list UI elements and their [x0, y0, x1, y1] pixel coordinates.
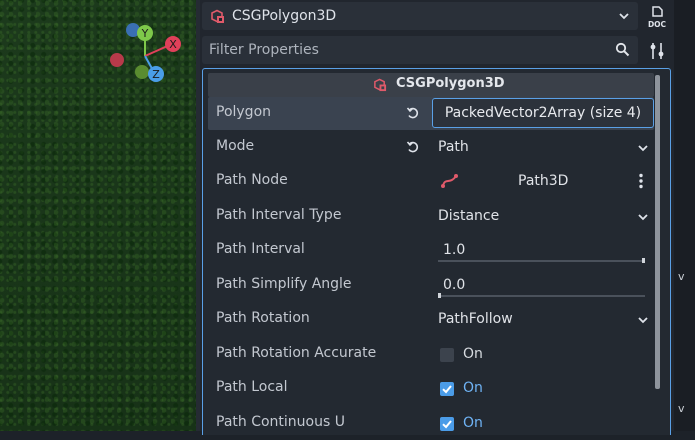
gizmo-z-label: Z	[152, 68, 160, 81]
doc-label: DOC	[648, 20, 667, 29]
slider-track	[438, 295, 645, 297]
chevron-down-icon	[619, 13, 629, 20]
property-label: Path Interval	[216, 241, 305, 257]
clipped-text: v	[678, 270, 685, 283]
chevron-down-icon	[638, 317, 648, 324]
revert-icon[interactable]	[406, 140, 420, 154]
slider-grabber[interactable]	[642, 258, 645, 263]
search-icon	[615, 42, 630, 57]
property-value: Path	[438, 139, 469, 155]
inspector-panel: CSGPolygon3D DOC Filter Properties CSGPo…	[200, 0, 674, 435]
kebab-menu-icon[interactable]	[639, 173, 643, 189]
property-value: On	[463, 346, 483, 362]
property-value: On	[463, 380, 483, 396]
property-row-mode: Mode Path	[208, 131, 654, 164]
property-row-path-local: Path Local On	[208, 372, 654, 405]
chevron-down-icon	[638, 145, 648, 152]
property-row-path-interval: Path Interval 1.0	[208, 234, 654, 267]
path-interval-slider[interactable]: 1.0	[433, 234, 655, 267]
gizmo-y-label: Y	[141, 27, 149, 40]
property-value: Distance	[438, 208, 500, 224]
property-row-path-interval-type: Path Interval Type Distance	[208, 200, 654, 233]
path3d-icon	[441, 174, 458, 188]
property-row-path-rotation: Path Rotation PathFollow	[208, 303, 654, 336]
section-title: CSGPolygon3D	[396, 76, 505, 91]
filter-placeholder: Filter Properties	[209, 42, 319, 58]
csg-polygon-icon	[374, 78, 387, 92]
adjacent-dock-edge	[674, 0, 695, 431]
property-value: On	[463, 415, 483, 431]
polygon-array-button[interactable]: PackedVector2Array (size 4)	[432, 98, 654, 128]
property-value: 0.0	[443, 277, 466, 293]
tools-icon[interactable]	[644, 38, 670, 64]
path-interval-type-dropdown[interactable]: Distance	[433, 200, 655, 233]
mode-dropdown[interactable]: Path	[433, 131, 655, 164]
path-local-checkbox[interactable]: On	[433, 372, 655, 405]
property-row-path-node: Path Node Path3D	[208, 165, 654, 198]
properties-panel: CSGPolygon3D Polygon PackedVector2Array …	[202, 68, 671, 435]
property-row-path-continuous-u: Path Continuous U On	[208, 407, 654, 440]
slider-track	[438, 260, 645, 262]
checkmark-icon	[442, 385, 452, 394]
property-label: Polygon	[216, 104, 272, 120]
property-value: PackedVector2Array (size 4)	[444, 105, 642, 121]
slider-grabber[interactable]	[438, 293, 441, 298]
path-rotation-accurate-checkbox[interactable]: On	[433, 338, 655, 371]
property-value: Path3D	[518, 173, 569, 189]
property-label: Path Local	[216, 379, 288, 395]
3d-viewport[interactable]: Y X Z	[0, 0, 196, 431]
gizmo-x-label: X	[169, 38, 177, 51]
property-label: Path Node	[216, 172, 288, 188]
filter-properties-input[interactable]: Filter Properties	[202, 36, 638, 64]
chevron-down-icon	[638, 214, 648, 221]
property-label: Path Rotation	[216, 310, 310, 326]
clipped-text: v	[678, 402, 685, 415]
path-rotation-dropdown[interactable]: PathFollow	[433, 303, 655, 336]
csg-polygon-icon	[211, 9, 224, 23]
property-row-polygon: Polygon PackedVector2Array (size 4)	[208, 97, 654, 130]
revert-icon[interactable]	[406, 106, 420, 120]
object-name: CSGPolygon3D	[232, 8, 337, 24]
orientation-gizmo[interactable]: Y X Z	[100, 18, 190, 88]
checkmark-icon	[442, 420, 452, 429]
property-label: Path Simplify Angle	[216, 276, 352, 292]
checkbox-unchecked[interactable]	[440, 348, 454, 362]
property-value: PathFollow	[438, 311, 513, 327]
property-value: 1.0	[443, 242, 466, 258]
gizmo-neg-y-handle[interactable]	[135, 65, 149, 79]
property-label: Path Interval Type	[216, 207, 342, 223]
checkbox-checked[interactable]	[440, 417, 454, 431]
inspector-header: CSGPolygon3D DOC	[200, 0, 674, 34]
path-simplify-angle-slider[interactable]: 0.0	[433, 269, 655, 302]
filter-row: Filter Properties	[200, 34, 674, 66]
property-label: Path Rotation Accurate	[216, 345, 377, 361]
property-label: Mode	[216, 138, 255, 154]
doc-button[interactable]: DOC	[644, 4, 670, 30]
property-row-path-simplify-angle: Path Simplify Angle 0.0	[208, 269, 654, 302]
path-node-picker[interactable]: Path3D	[433, 165, 655, 198]
section-header[interactable]: CSGPolygon3D	[208, 73, 654, 97]
object-selector[interactable]: CSGPolygon3D	[202, 2, 638, 30]
path-continuous-u-checkbox[interactable]: On	[433, 407, 655, 440]
property-row-path-rotation-accurate: Path Rotation Accurate On	[208, 338, 654, 371]
property-label: Path Continuous U	[216, 414, 345, 430]
inspector-scrollbar[interactable]	[655, 75, 660, 389]
checkbox-checked[interactable]	[440, 382, 454, 396]
gizmo-neg-x-handle[interactable]	[110, 53, 124, 67]
